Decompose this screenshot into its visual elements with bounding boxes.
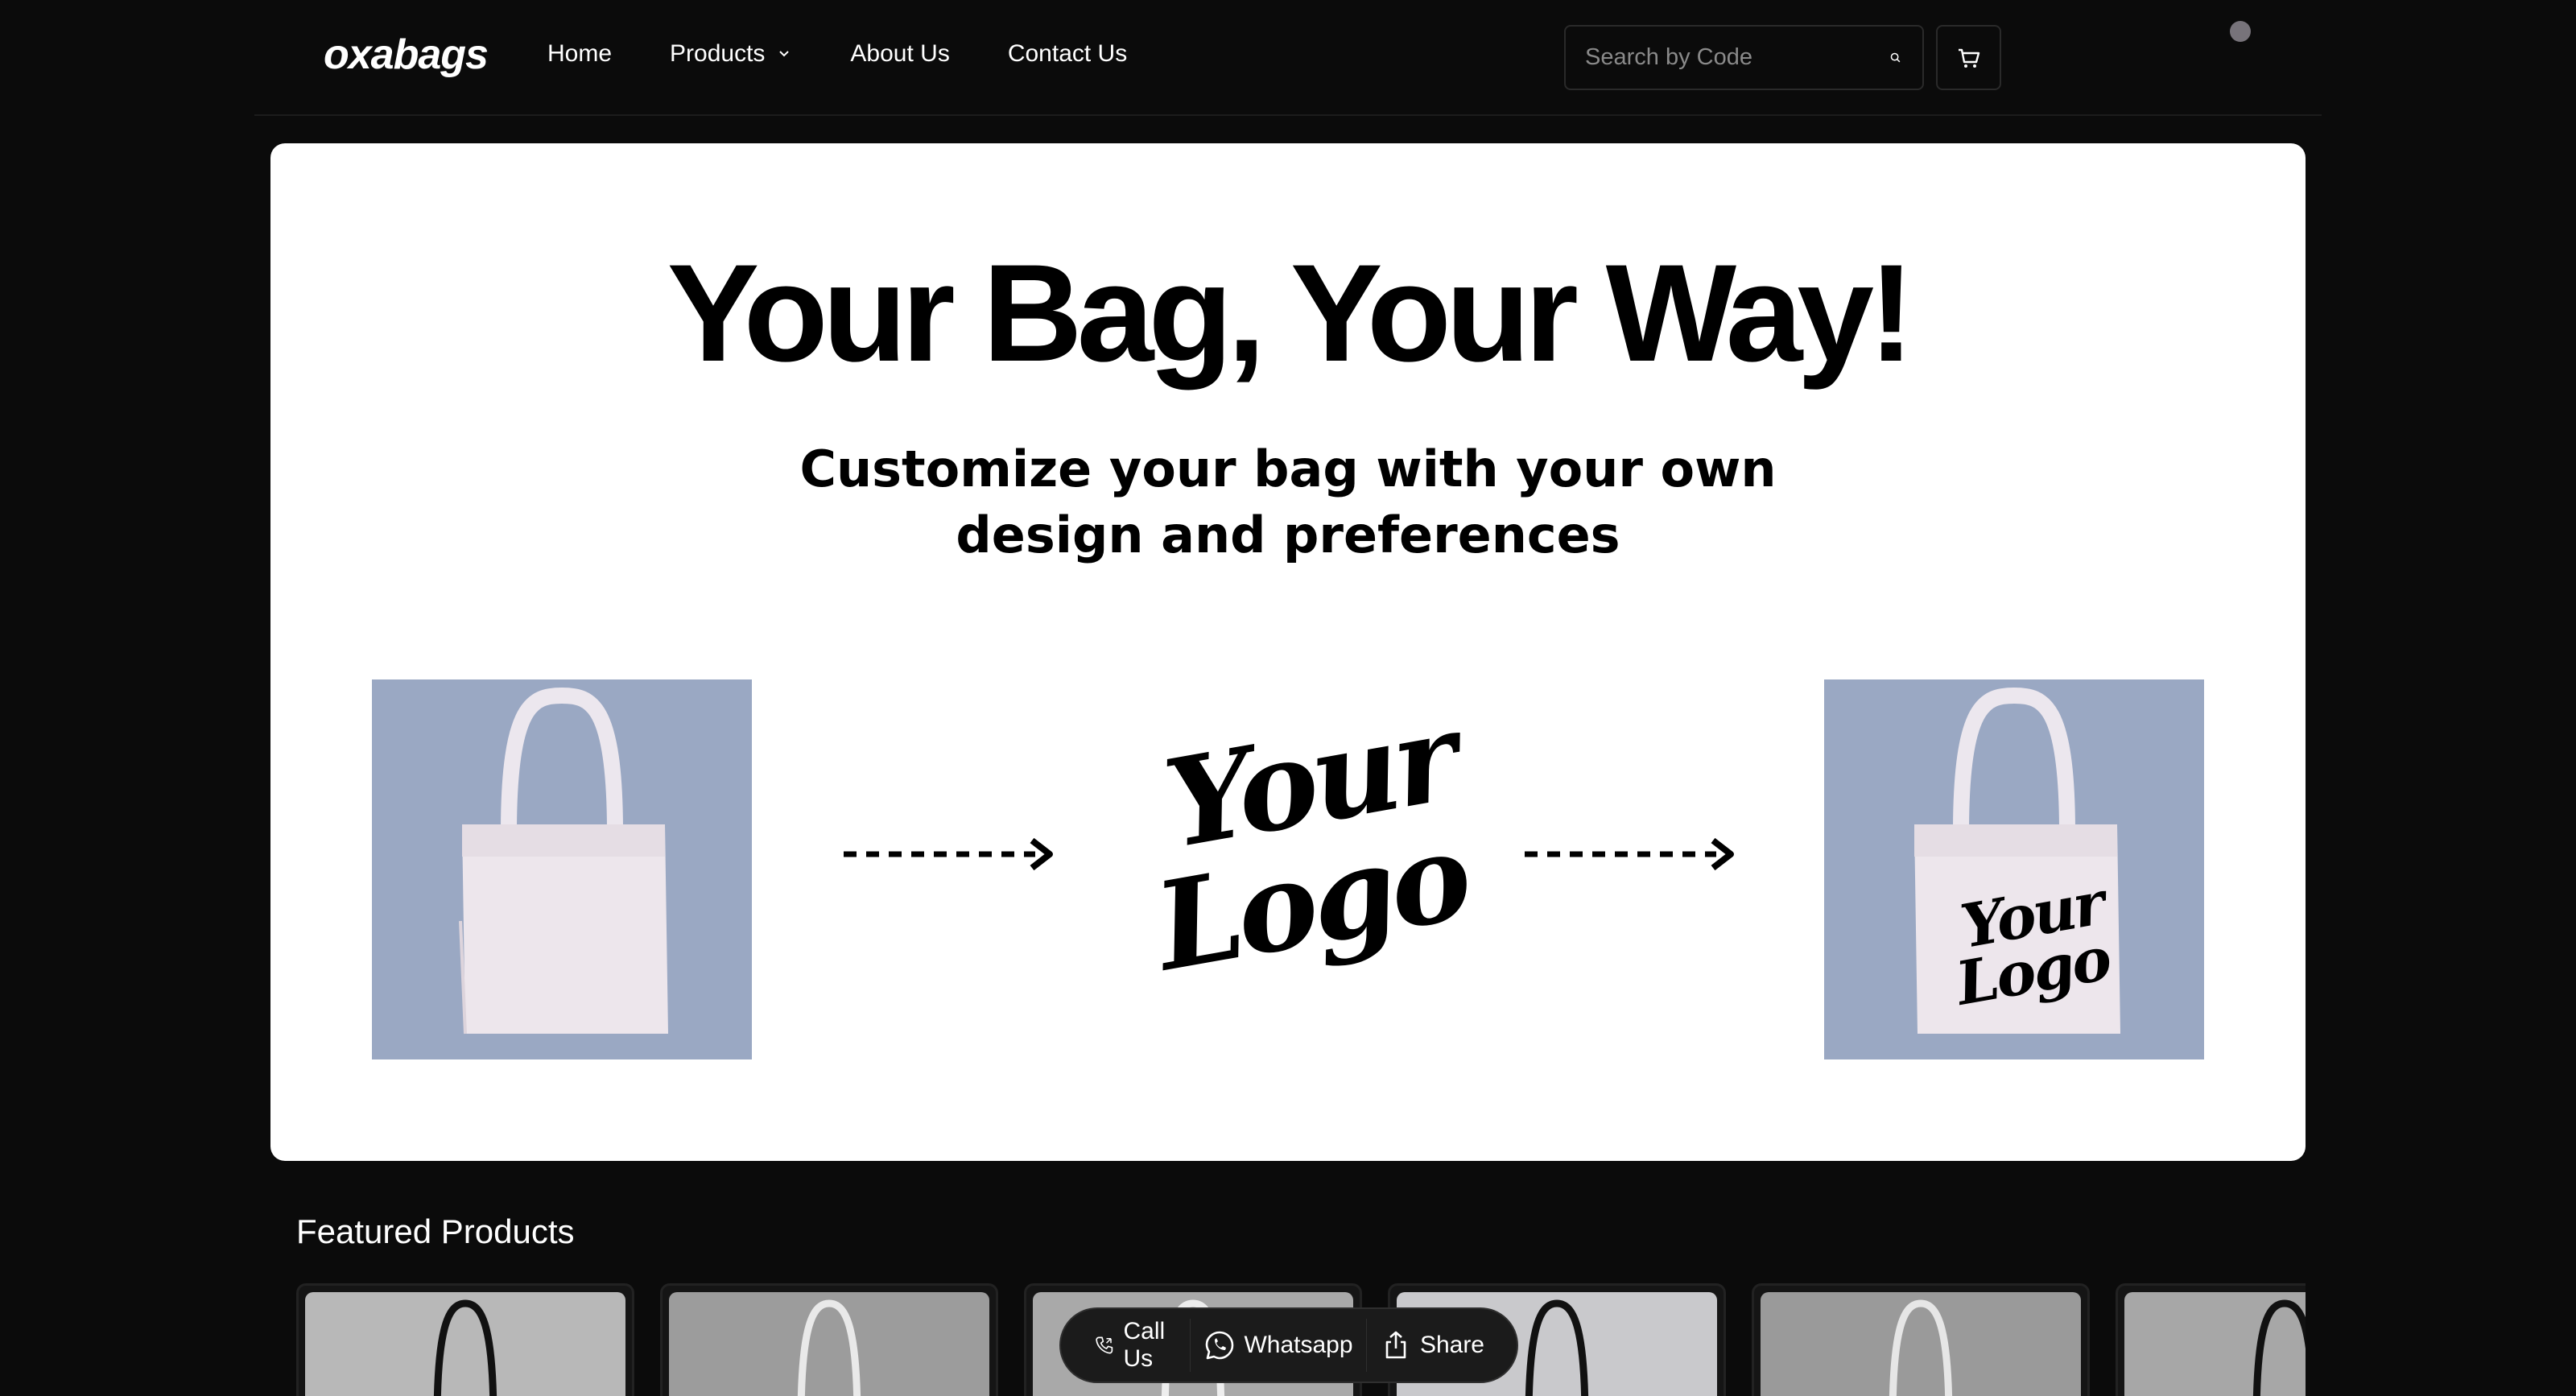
your-logo-graphic: Your Logo: [1146, 686, 1477, 1024]
share-icon: [1385, 1331, 1406, 1359]
cart-badge: [2230, 21, 2251, 42]
call-us-button[interactable]: Call Us: [1080, 1318, 1190, 1373]
main-nav: Home Products About Us Contact Us: [547, 40, 1127, 68]
nav-products-label: Products: [670, 40, 766, 67]
phone-icon: [1096, 1336, 1113, 1354]
banner-title: Your Bag, Your Way!: [667, 236, 1915, 390]
banner-subtitle: Customize your bag with your own design …: [270, 436, 2306, 568]
chevron-down-icon: [779, 51, 790, 57]
nav-home-label: Home: [547, 40, 613, 67]
product-card[interactable]: [1752, 1283, 2090, 1396]
product-image: [2124, 1292, 2306, 1396]
nav-contact-label: Contact Us: [1007, 40, 1128, 67]
arrow-icon: [842, 834, 1059, 878]
arrow-icon: [1523, 834, 1740, 878]
share-label: Share: [1419, 1332, 1484, 1358]
whatsapp-icon: [1206, 1331, 1234, 1360]
search-input[interactable]: [1585, 44, 1889, 71]
featured-title: Featured Products: [296, 1212, 575, 1250]
product-card[interactable]: [296, 1283, 634, 1396]
call-us-label: Call Us: [1123, 1318, 1166, 1372]
nav-about[interactable]: About Us: [850, 40, 949, 68]
banner-subtitle-line: Customize your bag with your own: [799, 440, 1777, 498]
nav-about-label: About Us: [850, 40, 950, 67]
product-card[interactable]: [660, 1283, 998, 1396]
cart-icon: [1958, 48, 1979, 68]
product-image: [1761, 1292, 2081, 1396]
product-image: [305, 1292, 625, 1396]
product-card[interactable]: [2116, 1283, 2306, 1396]
cart-button[interactable]: [1936, 25, 2001, 90]
whatsapp-button[interactable]: Whatsapp: [1191, 1329, 1365, 1361]
search-icon[interactable]: [1889, 47, 1903, 68]
nav-home[interactable]: Home: [547, 40, 612, 68]
whatsapp-label: Whatsapp: [1244, 1332, 1353, 1358]
product-image: [669, 1292, 989, 1396]
nav-products[interactable]: Products: [670, 40, 792, 68]
hero-banner[interactable]: Your Bag, Your Way! Customize your bag w…: [270, 143, 2306, 1161]
site-header: oxabags Home Products About Us Contact U…: [254, 0, 2322, 116]
nav-contact[interactable]: Contact Us: [1008, 40, 1127, 68]
banner-subtitle-line: design and preferences: [956, 506, 1620, 564]
custom-bag-image: Your Logo: [1824, 679, 2204, 1059]
brand-logo[interactable]: oxabags: [324, 31, 489, 79]
plain-bag-image: [372, 679, 752, 1059]
share-button[interactable]: Share: [1367, 1329, 1497, 1361]
search-box: [1564, 25, 1924, 90]
contact-float-bar: Call Us Whatsapp Share: [1059, 1307, 1518, 1383]
